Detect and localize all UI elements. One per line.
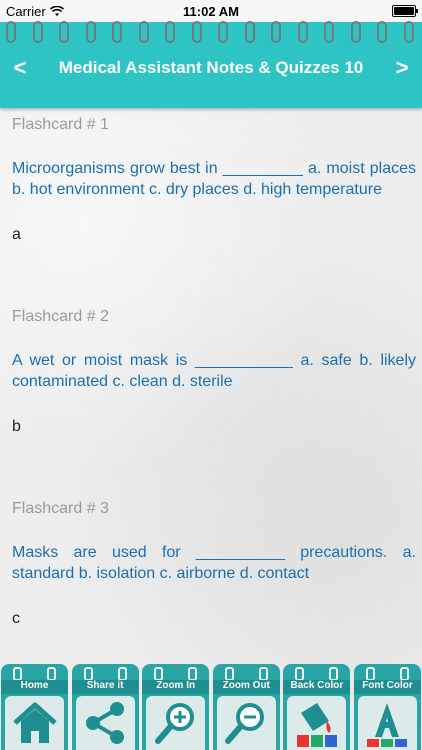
- flashcard: Flashcard # 3 Masks are used for _______…: [12, 500, 416, 628]
- binder-ring: [138, 21, 149, 43]
- binder-ring: [112, 21, 122, 43]
- zoom-out-button[interactable]: Zoom Out: [212, 664, 280, 750]
- flashcard-label: Flashcard # 1: [12, 116, 109, 133]
- binder-ring: [297, 21, 308, 43]
- home-icon: [12, 702, 57, 743]
- flashcard: Flashcard # 1 Microorganisms grow best i…: [12, 116, 416, 244]
- header: < Medical Assistant Notes & Quizzes 10 >: [0, 21, 422, 108]
- battery-icon: [392, 5, 418, 17]
- binder-ring: [59, 21, 69, 43]
- binder-ring: [218, 21, 228, 43]
- binder-ring: [191, 21, 202, 43]
- nav-row: < Medical Assistant Notes & Quizzes 10 >: [0, 48, 422, 88]
- zoom-in-icon: [154, 703, 194, 744]
- binder-ring: [350, 21, 361, 43]
- binder-ring: [271, 21, 281, 43]
- back-color-label: Back Color: [283, 680, 351, 694]
- home-label: Home: [1, 680, 68, 694]
- flashcard: Flashcard # 2 A wet or moist mask is ___…: [12, 308, 416, 436]
- binder-ring: [85, 21, 96, 43]
- prev-button[interactable]: <: [0, 55, 40, 81]
- next-button[interactable]: >: [382, 55, 422, 81]
- home-button[interactable]: Home: [1, 664, 68, 750]
- flashcard-answer: a: [12, 226, 21, 243]
- binder-ring: [377, 21, 387, 43]
- status-bar: Carrier 11:02 AM: [0, 0, 422, 22]
- carrier-label: Carrier: [6, 3, 46, 19]
- back-color-button[interactable]: Back Color: [283, 664, 351, 750]
- zoom-in-button[interactable]: Zoom In: [142, 664, 210, 750]
- bottom-toolbar: Home Share it Zoom In Zoom Out Back Colo…: [0, 664, 422, 750]
- binder-ring: [32, 21, 43, 43]
- flashcard-question: Masks are used for __________ precaution…: [12, 544, 416, 582]
- flashcard-question: A wet or moist mask is ___________ a. sa…: [12, 352, 416, 390]
- share-icon: [86, 702, 125, 744]
- flashcard-answer: b: [12, 418, 21, 435]
- page-title: Medical Assistant Notes & Quizzes 10: [58, 58, 364, 77]
- wifi-icon: [49, 5, 64, 16]
- binder-ring: [324, 21, 334, 43]
- share-label: Share it: [71, 680, 139, 694]
- binder-ring: [6, 21, 16, 43]
- font-color-button[interactable]: Font Color: [353, 664, 421, 750]
- zoom-out-label: Zoom Out: [212, 680, 280, 694]
- zoom-out-icon: [225, 703, 265, 744]
- binder-ring: [244, 21, 255, 43]
- flashcard-label: Flashcard # 3: [12, 500, 109, 517]
- binder-rings: [0, 21, 422, 46]
- font-letter-icon: [367, 703, 408, 747]
- status-left: Carrier: [6, 4, 64, 19]
- zoom-in-label: Zoom In: [142, 680, 210, 694]
- font-color-label: Font Color: [353, 680, 421, 694]
- paint-bucket-icon: [296, 703, 337, 747]
- binder-ring: [403, 21, 414, 43]
- flashcard-question: Microorganisms grow best in _________ a.…: [12, 160, 416, 198]
- flashcard-answer: c: [12, 610, 20, 627]
- binder-ring: [165, 21, 175, 43]
- share-button[interactable]: Share it: [71, 664, 139, 750]
- flashcard-label: Flashcard # 2: [12, 308, 109, 325]
- flashcard-list[interactable]: Flashcard # 1 Microorganisms grow best i…: [12, 112, 416, 692]
